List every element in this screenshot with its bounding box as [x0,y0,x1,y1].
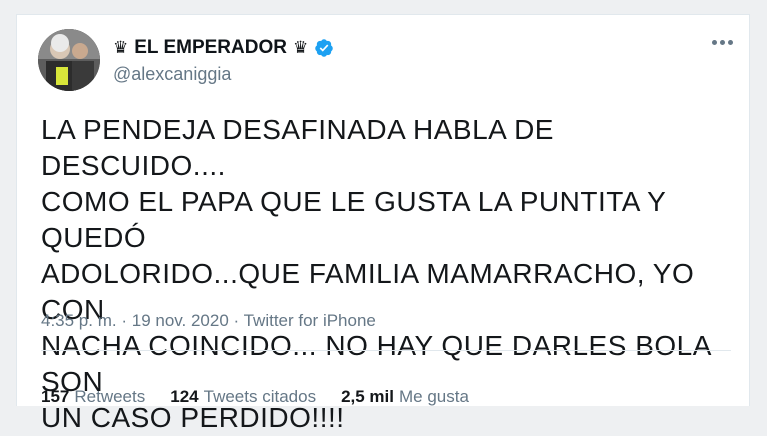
likes-stat[interactable]: 2,5 mil Me gusta [341,387,469,407]
retweets-count: 157 [41,387,70,406]
retweets-stat[interactable]: 157 Retweets [41,387,145,407]
dot [728,40,733,45]
tweet-line: LA PENDEJA DESAFINADA HABLA DE DESCUIDO.… [41,114,554,181]
meta-separator: · [121,311,132,330]
quote-tweets-stat[interactable]: 124 Tweets citados [170,387,316,407]
verified-badge-icon [315,39,333,57]
engagement-stats: 157 Retweets 124 Tweets citados 2,5 mil Me … [41,387,469,407]
avatar-photo [38,29,100,91]
tweet-line: COMO EL PAPA QUE LE GUSTA LA PUNTITA Y Q… [41,186,666,253]
crown-icon: ♛ [113,38,129,57]
tweet-card: ♛ EL EMPERADOR ♛ @alexcaniggia LA PENDEJ… [16,14,750,433]
crown-icon: ♛ [292,38,309,57]
tweet-source[interactable]: Twitter for iPhone [244,311,376,330]
more-options-icon[interactable] [712,40,733,45]
user-handle[interactable]: @alexcaniggia [113,64,231,85]
quotes-count: 124 [170,387,199,406]
likes-count: 2,5 mil [341,387,394,406]
dot [720,40,725,45]
divider [41,350,731,351]
dot [712,40,717,45]
retweets-label: Retweets [74,387,146,406]
likes-label: Me gusta [399,387,469,406]
display-name[interactable]: EL EMPERADOR [134,37,287,59]
tweet-date[interactable]: 19 nov. 2020 [132,311,229,330]
tweet-time[interactable]: 4:35 p. m. [41,311,117,330]
quotes-label: Tweets citados [203,387,317,406]
meta-separator: · [233,311,244,330]
avatar[interactable] [38,29,100,91]
display-name-row[interactable]: ♛ EL EMPERADOR ♛ [113,37,334,59]
tweet-meta: 4:35 p. m. · 19 nov. 2020 · Twitter for … [41,311,376,331]
